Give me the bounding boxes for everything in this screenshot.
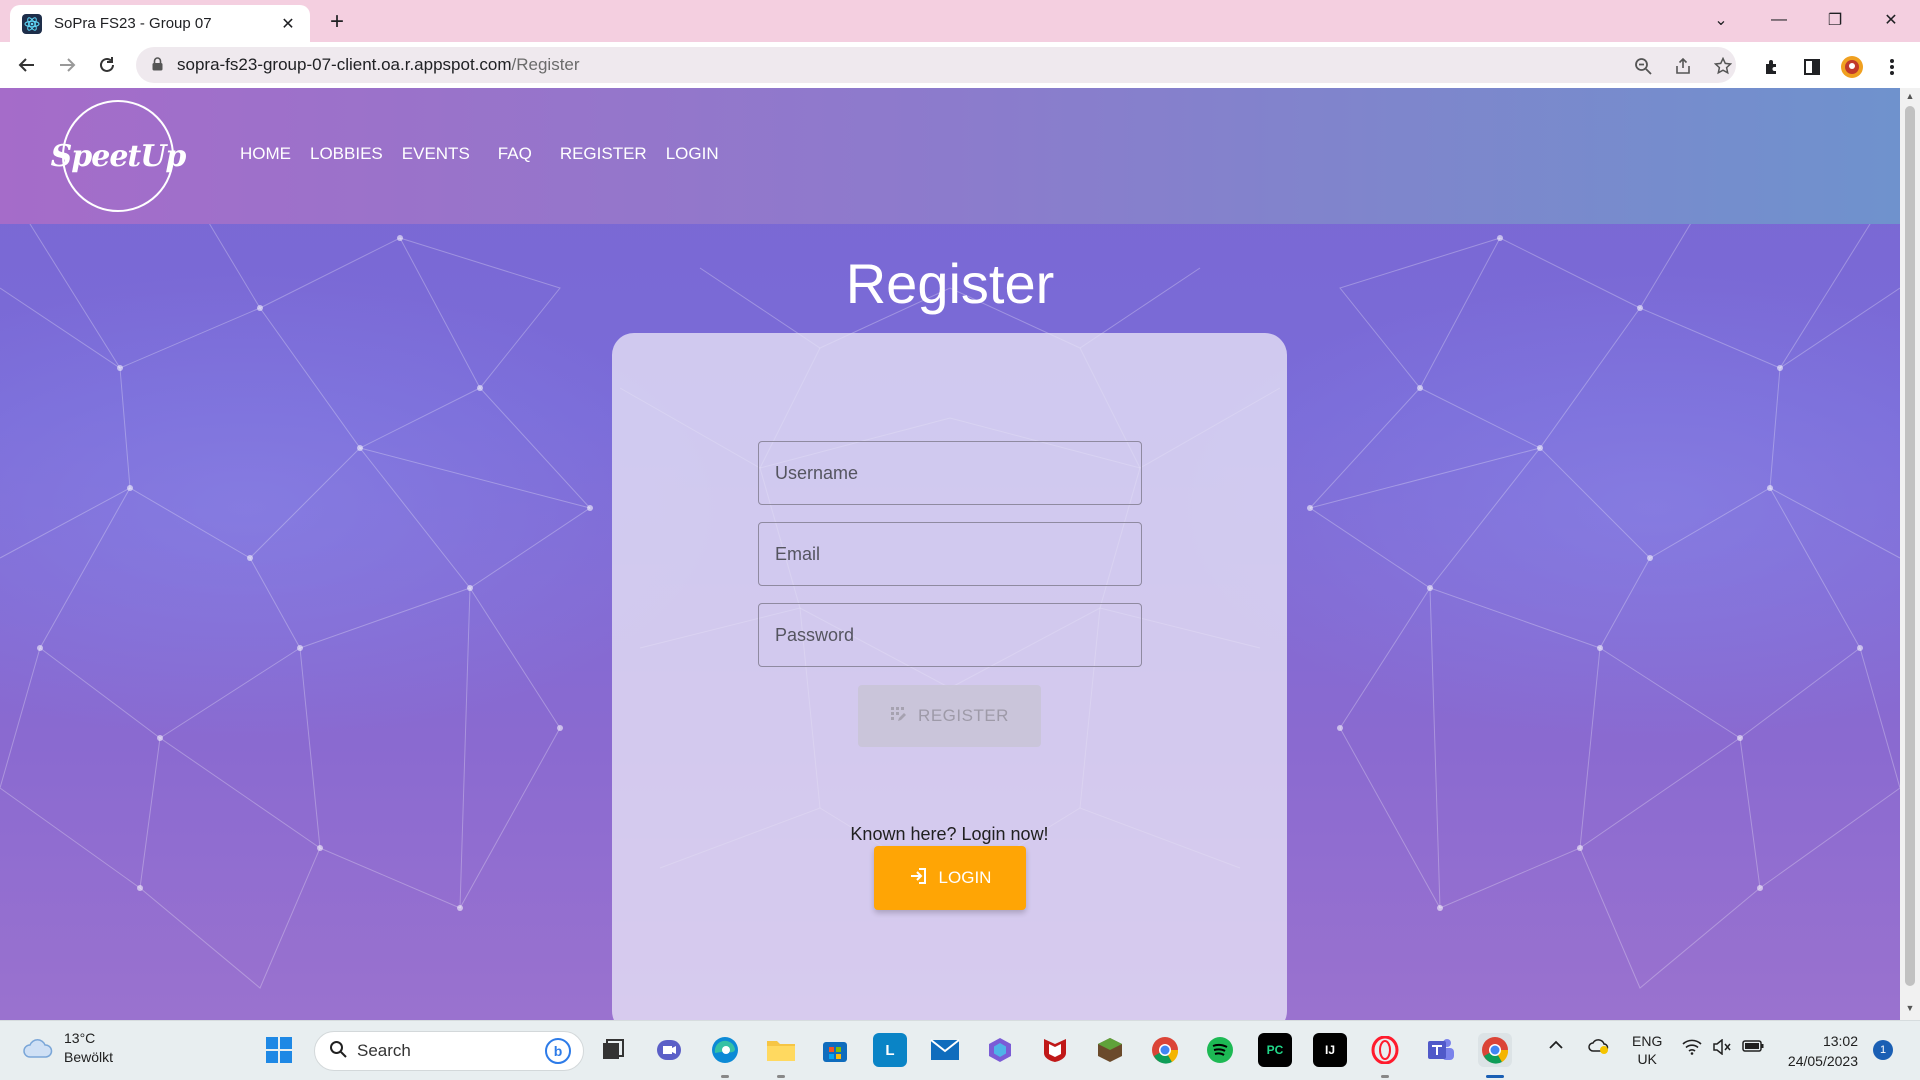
speetup-logo[interactable]: SpeetUp (51, 100, 186, 212)
forward-arrow-icon[interactable] (52, 50, 82, 80)
edge-icon[interactable] (708, 1033, 742, 1067)
tab-search-dropdown-icon[interactable]: ⌄ (1692, 0, 1750, 40)
clock-time: 13:02 (1822, 1033, 1858, 1049)
windows-taskbar: 13°C Bewölkt Search b L PC IJ ENG UK 13:… (0, 1020, 1920, 1080)
email-field[interactable] (758, 522, 1142, 586)
mcafee-icon[interactable] (1038, 1033, 1072, 1067)
scroll-down-arrow-icon[interactable]: ▼ (1900, 1003, 1920, 1013)
search-label: Search (357, 1041, 411, 1060)
app-registration-icon (890, 706, 907, 727)
task-view-icon[interactable] (596, 1033, 630, 1067)
password-input[interactable] (775, 624, 1141, 646)
battery-icon[interactable] (1742, 1039, 1764, 1056)
show-hidden-icons-chevron-icon[interactable] (1548, 1037, 1564, 1056)
active-app-indicator (1486, 1075, 1504, 1078)
zoom-icon[interactable] (1632, 55, 1654, 77)
spotify-icon[interactable] (1203, 1033, 1237, 1067)
nav-link-home[interactable]: HOME (240, 144, 291, 164)
bookmark-star-icon[interactable] (1712, 55, 1734, 77)
weather-description: Bewölkt (64, 1049, 114, 1065)
chrome-active-icon[interactable] (1478, 1033, 1512, 1067)
teams-icon[interactable] (1423, 1033, 1457, 1067)
register-button[interactable]: REGISTER (858, 685, 1041, 747)
opera-icon[interactable] (1368, 1033, 1402, 1067)
running-app-indicator (1381, 1075, 1389, 1078)
username-field[interactable] (758, 441, 1142, 505)
nav-link-faq[interactable]: FAQ (498, 144, 532, 164)
onedrive-sync-icon[interactable] (1588, 1037, 1610, 1058)
language-code: ENG (1632, 1033, 1663, 1049)
volume-muted-icon[interactable] (1712, 1038, 1732, 1058)
tab-close-icon[interactable]: ✕ (278, 14, 298, 34)
restore-icon[interactable]: ❐ (1806, 0, 1864, 40)
profile-avatar-icon[interactable] (1840, 55, 1864, 79)
browser-menu-icon[interactable] (1880, 55, 1904, 79)
extensions-puzzle-icon[interactable] (1760, 55, 1784, 79)
browser-tab-active[interactable]: SoPra FS23 - Group 07 ✕ (10, 5, 310, 42)
keyboard-layout: UK (1637, 1051, 1657, 1067)
nav-link-login[interactable]: LOGIN (666, 144, 719, 164)
weather-temperature: 13°C (64, 1030, 96, 1046)
nav-links: HOME LOBBIES EVENTS FAQ REGISTER LOGIN (240, 144, 738, 164)
login-button-label: LOGIN (938, 868, 992, 887)
username-input[interactable] (775, 462, 1141, 484)
file-explorer-icon[interactable] (764, 1033, 798, 1067)
browser-toolbar: sopra-fs23-group-07-client.oa.r.appspot.… (0, 42, 1920, 88)
browser-tab-bar: SoPra FS23 - Group 07 ✕ + ⌄ — ❐ ✕ (0, 0, 1920, 42)
address-bar[interactable]: sopra-fs23-group-07-client.oa.r.appspot.… (136, 47, 1736, 83)
weather-widget[interactable]: 13°C Bewölkt (22, 1029, 113, 1067)
copilot-icon[interactable] (983, 1033, 1017, 1067)
taskbar-search[interactable]: Search b (314, 1031, 584, 1071)
running-app-indicator (777, 1075, 785, 1078)
email-input[interactable] (775, 543, 1141, 565)
logo-text: SpeetUp (50, 138, 187, 174)
windows-start-icon[interactable] (262, 1033, 296, 1067)
pycharm-icon[interactable]: PC (1258, 1033, 1292, 1067)
tab-title: SoPra FS23 - Group 07 (54, 15, 212, 32)
bing-icon[interactable]: b (545, 1038, 571, 1064)
site-navbar: SpeetUp HOME LOBBIES EVENTS FAQ REGISTER… (0, 88, 1900, 224)
login-prompt: Known here? Login now! (850, 824, 1049, 844)
minimize-icon[interactable]: — (1750, 0, 1808, 40)
side-panel-icon[interactable] (1800, 55, 1824, 79)
register-card: REGISTER Known here? Login now! LOGIN (612, 333, 1287, 1020)
cloud-icon (23, 1039, 53, 1058)
page-scrollbar[interactable]: ▲ ▼ (1900, 88, 1920, 1020)
system-clock[interactable]: 13:02 24/05/2023 (1770, 1031, 1858, 1071)
scrollbar-thumb[interactable] (1905, 106, 1915, 986)
language-indicator[interactable]: ENG UK (1632, 1032, 1662, 1068)
mail-icon[interactable] (928, 1033, 962, 1067)
page-viewport: SpeetUp HOME LOBBIES EVENTS FAQ REGISTER… (0, 88, 1900, 1020)
l-app-icon[interactable]: L (873, 1033, 907, 1067)
nav-link-events[interactable]: EVENTS (402, 144, 470, 164)
intellij-icon[interactable]: IJ (1313, 1033, 1347, 1067)
chrome-icon[interactable] (1148, 1033, 1182, 1067)
nav-link-register[interactable]: REGISTER (560, 144, 647, 164)
url-path: /Register (511, 55, 580, 74)
password-field[interactable] (758, 603, 1142, 667)
running-app-indicator (721, 1075, 729, 1078)
register-button-label: REGISTER (918, 706, 1009, 725)
page-title: Register (845, 252, 1055, 315)
login-button[interactable]: LOGIN (874, 846, 1026, 910)
microsoft-store-icon[interactable] (818, 1033, 852, 1067)
reload-icon[interactable] (92, 50, 122, 80)
wifi-icon[interactable] (1682, 1039, 1702, 1058)
clock-date: 24/05/2023 (1787, 1053, 1858, 1069)
close-window-icon[interactable]: ✕ (1862, 0, 1920, 40)
login-icon (909, 866, 929, 891)
back-arrow-icon[interactable] (12, 50, 42, 80)
scroll-up-arrow-icon[interactable]: ▲ (1900, 91, 1920, 101)
search-icon (329, 1040, 347, 1063)
new-tab-button[interactable]: + (322, 8, 352, 38)
share-icon[interactable] (1672, 55, 1694, 77)
minecraft-icon[interactable] (1093, 1033, 1127, 1067)
url-host: sopra-fs23-group-07-client.oa.r.appspot.… (177, 55, 512, 74)
notification-badge[interactable]: 1 (1873, 1040, 1893, 1060)
react-favicon-icon (22, 13, 42, 34)
nav-link-lobbies[interactable]: LOBBIES (310, 144, 383, 164)
teams-meet-icon[interactable] (652, 1033, 686, 1067)
lock-icon (152, 56, 163, 74)
